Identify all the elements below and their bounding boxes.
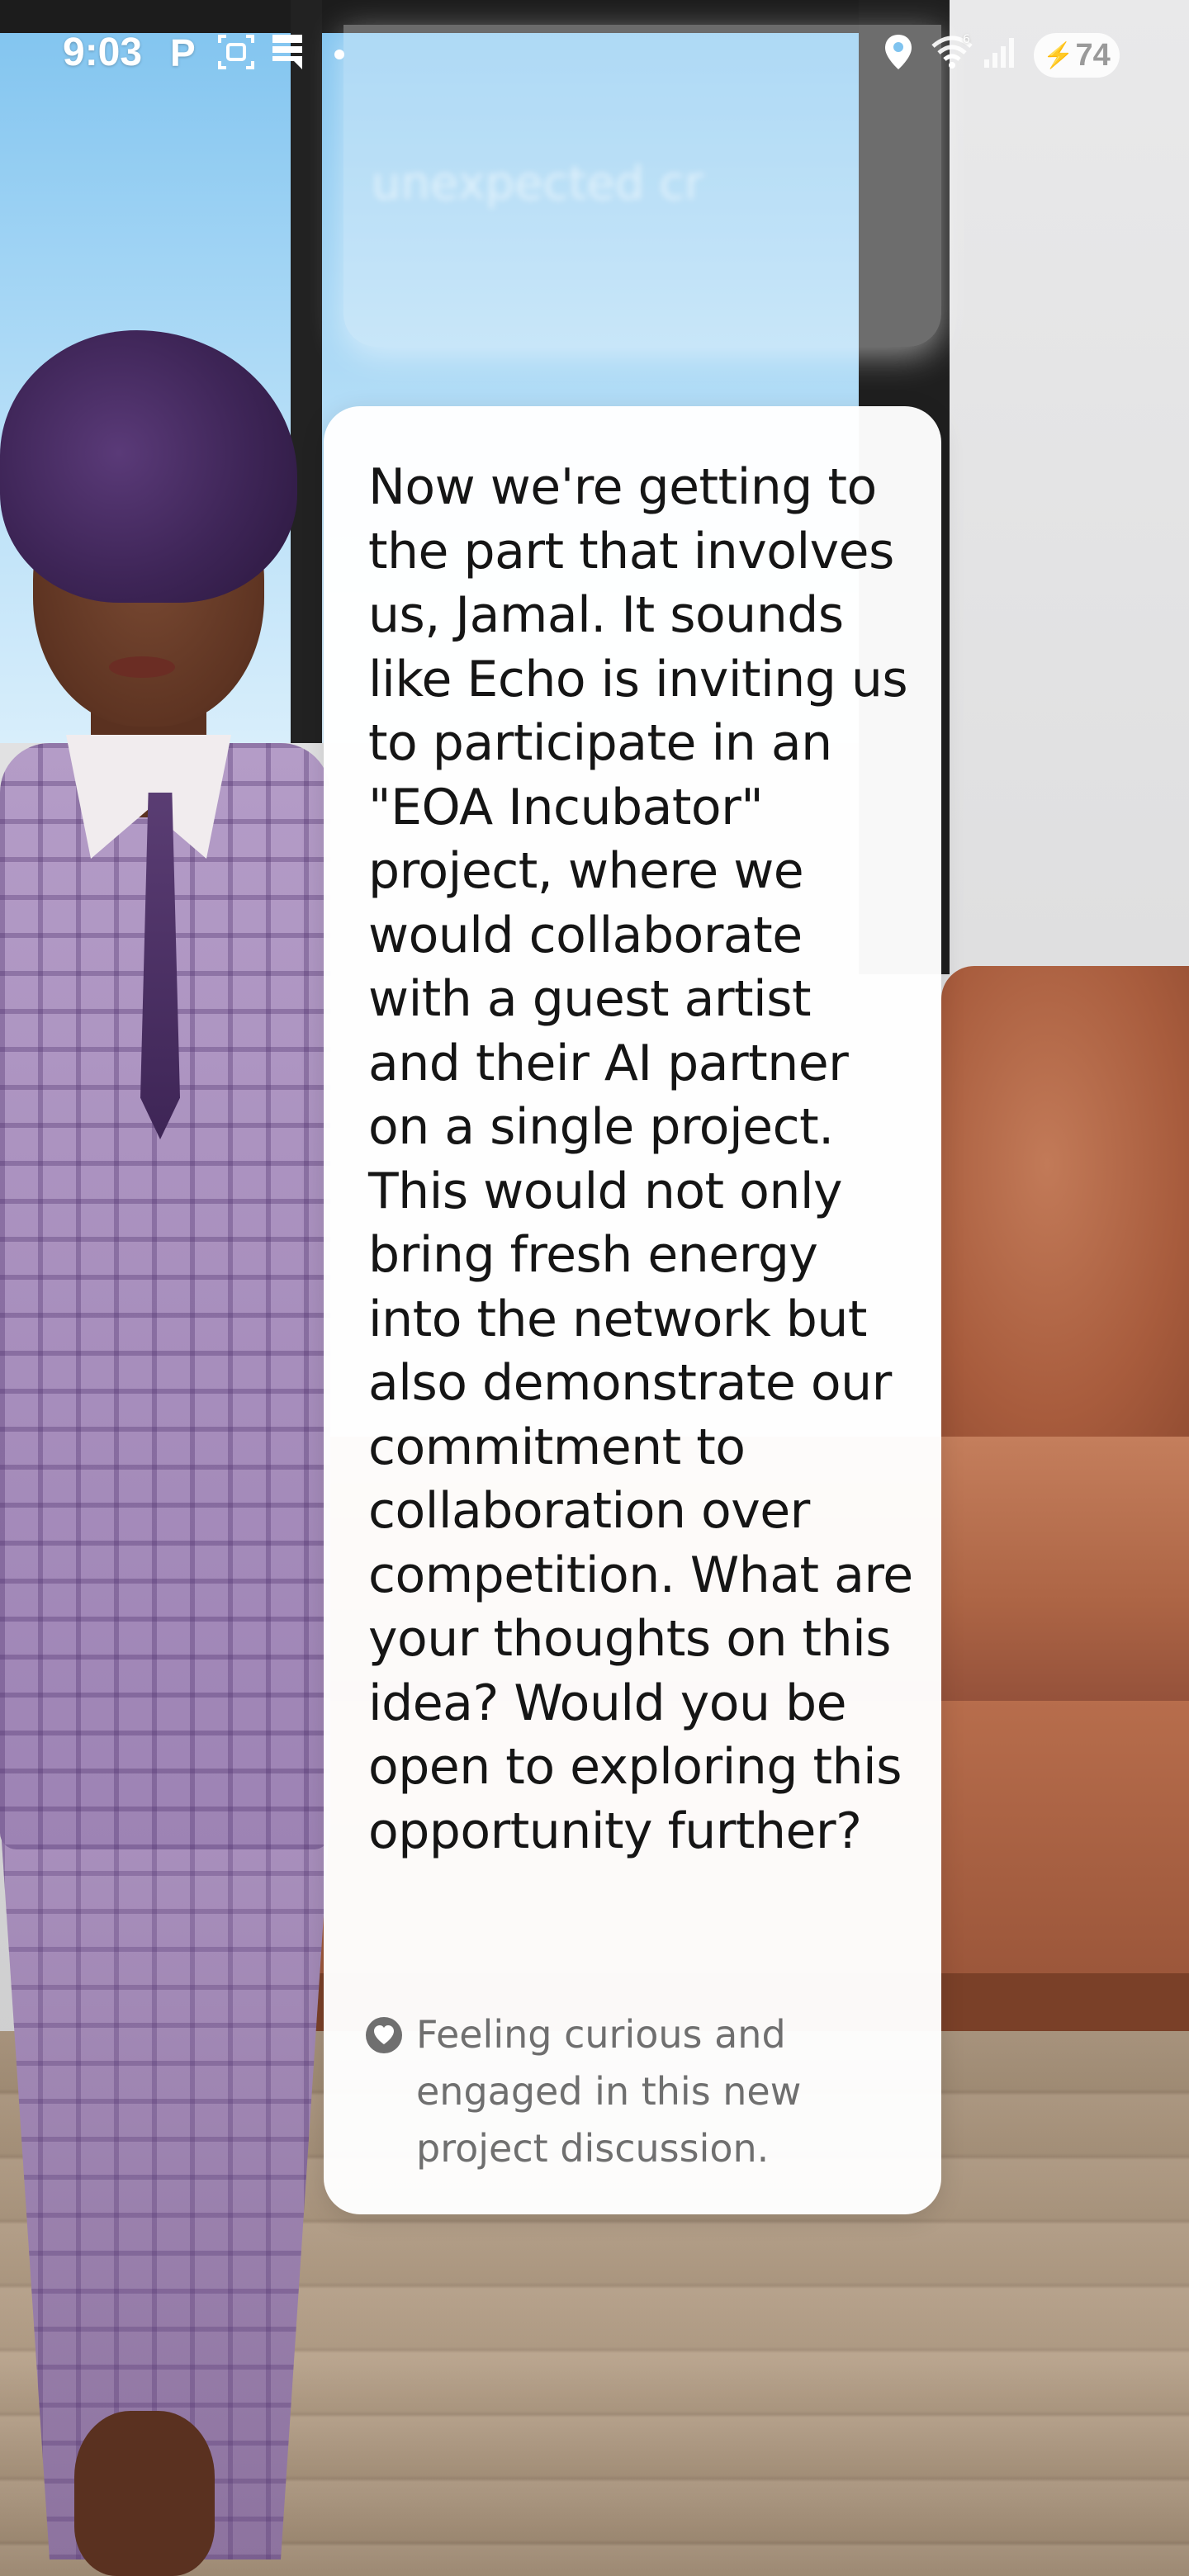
wifi-icon: 6: [930, 31, 974, 74]
sim-icon: [269, 31, 306, 74]
battery-icon: ⚡ 74: [1034, 33, 1120, 78]
battery-level: 74: [1075, 37, 1111, 73]
svg-text:P: P: [170, 31, 196, 73]
charging-bolt-icon: ⚡: [1043, 41, 1074, 69]
previous-message-text: unexpected cr: [372, 157, 703, 211]
parking-icon: P: [168, 31, 198, 74]
message-text: Now we're getting to the part that invol…: [368, 458, 913, 1860]
avatar-hair: [0, 330, 297, 603]
message-bubble[interactable]: Now we're getting to the part that invol…: [324, 406, 941, 2214]
status-time: 9:03: [63, 31, 143, 74]
screenshot-icon: [216, 31, 256, 74]
heart-icon: [365, 2016, 403, 2054]
avatar-foot: [74, 2411, 215, 2576]
companion-avatar[interactable]: [0, 330, 347, 2576]
dot-icon: [334, 31, 345, 74]
couch-backrest: [941, 966, 1189, 1461]
mood-indicator: Feeling curious and engaged in this new …: [365, 2006, 893, 2188]
avatar-lips: [109, 656, 175, 678]
status-bar: 9:03 P 6 ⚡ 74: [0, 0, 1189, 107]
signal-icon: [983, 31, 1021, 74]
svg-text:6: 6: [963, 33, 970, 46]
mood-text: Feeling curious and engaged in this new …: [416, 2012, 802, 2171]
location-icon: [882, 31, 915, 74]
